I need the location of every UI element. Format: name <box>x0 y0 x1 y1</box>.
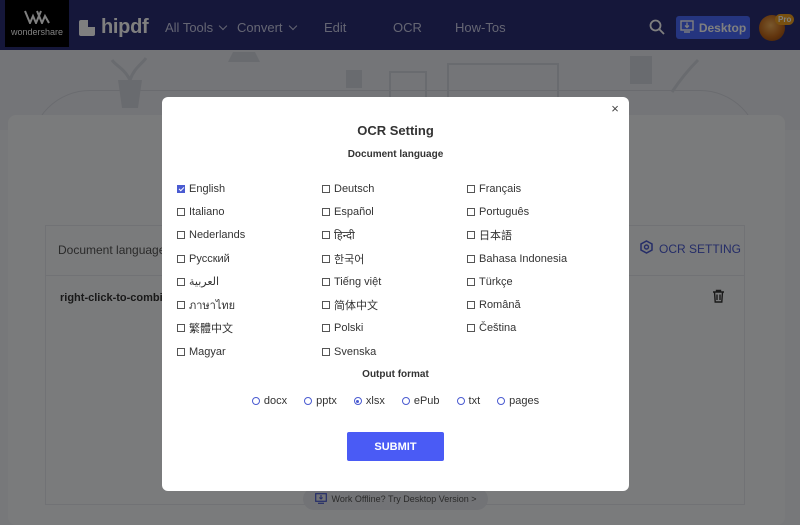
checkbox[interactable] <box>322 231 330 240</box>
output-format-heading: Output format <box>362 369 429 380</box>
format-option[interactable]: pptx <box>304 395 337 407</box>
language-option[interactable]: हिन्दी <box>322 224 467 247</box>
format-label: pptx <box>316 395 337 407</box>
close-icon[interactable]: × <box>608 102 622 116</box>
radio[interactable] <box>251 397 260 405</box>
language-option[interactable]: Deutsch <box>322 177 467 200</box>
checkbox[interactable] <box>177 207 185 216</box>
language-label: Polski <box>334 322 364 335</box>
language-label: Português <box>479 205 530 218</box>
format-label: xlsx <box>365 395 385 407</box>
language-option[interactable]: Magyar <box>177 340 322 363</box>
format-label: ePub <box>413 395 440 407</box>
language-label: 繁體中文 <box>189 323 233 336</box>
language-label: Deutsch <box>334 182 375 195</box>
language-option[interactable]: ภาษาไทย <box>177 293 322 316</box>
language-label: Français <box>479 182 522 195</box>
checkbox[interactable] <box>467 277 475 286</box>
language-label: Bahasa Indonesia <box>479 252 568 265</box>
checkbox[interactable] <box>322 277 330 286</box>
checkbox[interactable] <box>177 277 185 286</box>
checkbox[interactable] <box>322 207 330 216</box>
checkbox-checked[interactable] <box>177 184 185 193</box>
format-option[interactable]: docx <box>251 395 288 407</box>
format-options: docx pptx xlsx ePub txt pages <box>162 395 629 407</box>
radio[interactable] <box>497 397 506 405</box>
ocr-setting-modal: × OCR Setting Document language English D… <box>162 97 629 491</box>
language-option[interactable]: English <box>177 177 322 200</box>
checkbox[interactable] <box>322 324 330 333</box>
checkbox[interactable] <box>177 347 185 356</box>
language-option[interactable]: Italiano <box>177 200 322 223</box>
language-label: 한국어 <box>334 253 365 266</box>
format-label: pages <box>509 395 540 407</box>
checkbox[interactable] <box>467 301 475 310</box>
modal-title: OCR Setting <box>357 123 434 138</box>
submit-button[interactable]: SUBMIT <box>347 432 444 461</box>
language-label: Español <box>334 205 374 218</box>
language-label: Русский <box>189 252 230 265</box>
language-option[interactable]: Español <box>322 200 467 223</box>
checkbox[interactable] <box>467 184 475 193</box>
language-option[interactable]: العربية <box>177 270 322 293</box>
checkbox[interactable] <box>177 231 185 240</box>
language-option[interactable]: Русский <box>177 247 322 270</box>
language-option[interactable]: Português <box>467 200 617 223</box>
language-option[interactable]: 한국어 <box>322 247 467 270</box>
language-label: العربية <box>189 276 220 289</box>
language-option[interactable]: Français <box>467 177 617 200</box>
document-language-heading: Document language <box>347 149 444 160</box>
checkbox[interactable] <box>177 254 185 263</box>
language-option[interactable]: 日本語 <box>467 224 617 247</box>
language-option[interactable]: Tiếng việt <box>322 270 467 293</box>
language-label: Română <box>479 299 521 312</box>
language-label: Tiếng việt <box>334 275 382 288</box>
radio[interactable] <box>456 397 465 405</box>
language-label: Italiano <box>189 205 225 218</box>
checkbox[interactable] <box>322 347 330 356</box>
language-label: ภาษาไทย <box>189 300 236 313</box>
language-option[interactable]: Türkçe <box>467 270 617 293</box>
language-option[interactable]: Nederlands <box>177 224 322 247</box>
checkbox[interactable] <box>467 231 475 240</box>
checkbox[interactable] <box>177 301 185 310</box>
language-options: English Deutsch Français Italiano Español Por… <box>177 177 617 363</box>
checkbox[interactable] <box>322 254 330 263</box>
language-label: English <box>189 182 226 195</box>
radio[interactable] <box>304 397 313 405</box>
language-option[interactable]: Bahasa Indonesia <box>467 247 617 270</box>
language-label: हिन्दी <box>334 229 355 242</box>
language-label: 日本語 <box>479 230 512 243</box>
language-option[interactable]: Polski <box>322 317 467 340</box>
language-label: Nederlands <box>189 229 246 242</box>
language-label: Türkçe <box>479 275 513 288</box>
checkbox[interactable] <box>467 207 475 216</box>
language-option[interactable]: 简体中文 <box>322 293 467 316</box>
format-label: docx <box>263 395 288 407</box>
checkbox[interactable] <box>467 254 475 263</box>
format-option[interactable]: ePub <box>401 395 440 407</box>
language-label: Magyar <box>189 345 226 358</box>
language-option[interactable]: Română <box>467 293 617 316</box>
language-option[interactable]: Svenska <box>322 340 467 363</box>
format-label: txt <box>468 395 481 407</box>
language-label: 简体中文 <box>334 300 378 313</box>
language-label: Čeština <box>479 322 517 335</box>
radio[interactable] <box>401 397 410 405</box>
checkbox[interactable] <box>322 184 330 193</box>
language-option[interactable]: Čeština <box>467 317 617 340</box>
radio-selected[interactable] <box>353 397 362 405</box>
format-option[interactable]: xlsx <box>353 395 385 407</box>
checkbox[interactable] <box>322 301 330 310</box>
checkbox[interactable] <box>467 324 475 333</box>
checkbox[interactable] <box>177 324 185 333</box>
language-label: Svenska <box>334 345 377 358</box>
format-option[interactable]: pages <box>497 395 539 407</box>
language-option[interactable]: 繁體中文 <box>177 317 322 340</box>
format-option[interactable]: txt <box>456 395 481 407</box>
